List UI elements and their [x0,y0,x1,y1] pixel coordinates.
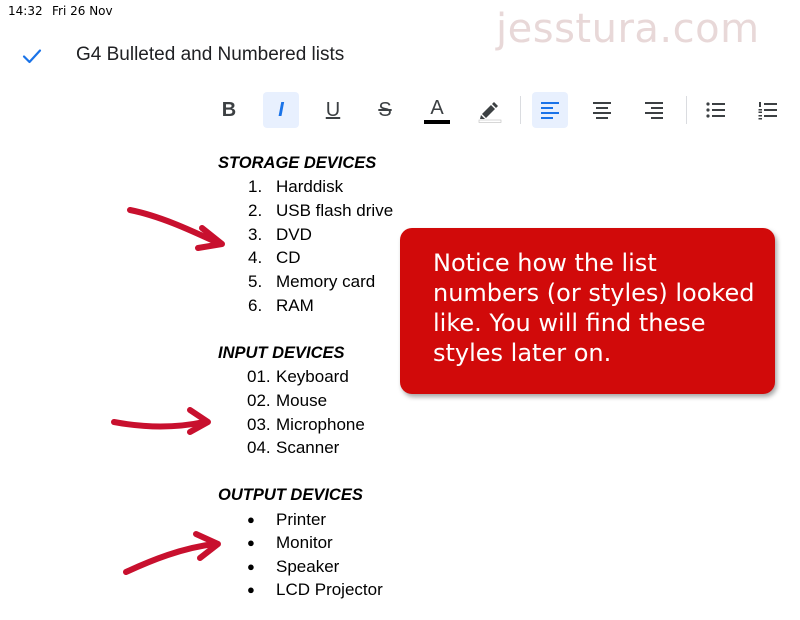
check-icon [22,49,42,64]
strikethrough-button[interactable]: S [367,92,403,128]
formatting-toolbar: B I U S A [0,88,800,132]
text-color-icon: A [430,97,444,119]
output-heading: OUTPUT DEVICES [218,486,363,504]
callout-text: Notice how the list numbers (or styles) … [433,249,755,367]
annotation-arrow [127,207,225,251]
align-center-icon [593,102,611,119]
doc-title: G4 Bulleted and Numbered lists [76,44,345,65]
align-center-button[interactable] [584,92,620,128]
numbered-list-icon [758,102,777,120]
toolbar-separator [686,96,687,124]
highlighter-icon [478,102,502,123]
annotation-arrow [123,531,221,575]
bulleted-list-icon [706,102,725,118]
status-date: Fri 26 Nov [52,4,113,18]
italic-button[interactable]: I [263,92,299,128]
align-left-button[interactable] [532,92,568,128]
status-time: 14:32 [8,4,43,18]
toolbar-separator [520,96,521,124]
align-left-icon [541,102,559,119]
underline-icon: U [325,99,341,121]
text-color-button[interactable]: A [419,92,455,128]
done-button[interactable] [20,44,44,68]
numbered-list-button[interactable] [750,92,786,128]
storage-heading: STORAGE DEVICES [218,154,377,172]
bold-icon: B [221,99,237,121]
watermark: jesstura.com [496,6,760,52]
input-heading: INPUT DEVICES [218,344,345,362]
strikethrough-icon: S [378,99,392,121]
callout-box: Notice how the list numbers (or styles) … [400,228,775,394]
annotation-arrow [111,407,211,435]
bulleted-list-button[interactable] [698,92,734,128]
highlight-button[interactable] [471,92,507,128]
align-right-icon [645,102,663,119]
bold-button[interactable]: B [211,92,247,128]
text-color-swatch [424,120,450,124]
underline-button[interactable]: U [315,92,351,128]
align-right-button[interactable] [636,92,672,128]
italic-icon: I [278,99,284,121]
